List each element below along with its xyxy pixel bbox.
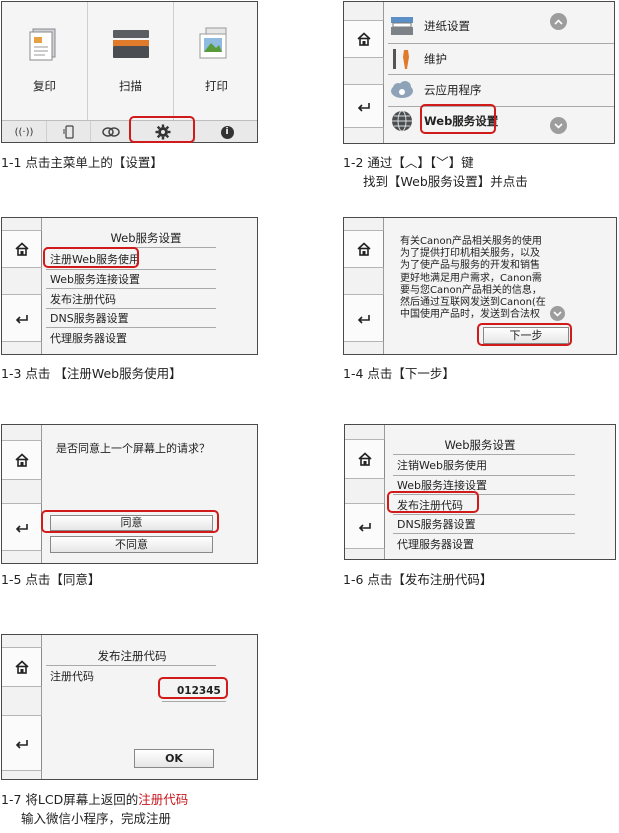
list-item-connection[interactable]: Web服务连接设置	[50, 271, 140, 287]
info-glyph: i	[220, 125, 234, 139]
menu-item-label: 云应用程序	[424, 83, 482, 97]
disagree-button[interactable]: 不同意	[50, 536, 213, 553]
list-item-proxy[interactable]: 代理服务器设置	[397, 536, 474, 552]
step6-highlight	[387, 491, 479, 513]
back-button[interactable]	[2, 715, 42, 771]
page-title: 发布注册代码	[97, 649, 167, 663]
step3-screen: Web服务设置 注册Web服务使用 Web服务连接设置 发布注册代码 DNS服务…	[1, 217, 258, 355]
step7-caption-prefix: 1-7 将LCD屏幕上返回的	[1, 792, 139, 807]
step6-screen: Web服务设置 注销Web服务使用 Web服务连接设置 发布注册代码 DNS服务…	[344, 424, 616, 560]
home-button[interactable]	[2, 230, 42, 268]
step4-caption: 1-4 点击【下一步】	[343, 366, 455, 381]
info-icon[interactable]: i	[195, 121, 257, 142]
terms-line: 为了使产品与服务的开发和销售	[400, 260, 540, 272]
scan-label: 扫描	[119, 79, 142, 93]
wireless-icon[interactable]: ((·))	[2, 121, 47, 142]
back-icon	[357, 315, 370, 324]
scan-icon	[113, 30, 149, 58]
step6-caption: 1-6 点击【发布注册代码】	[343, 572, 493, 587]
terms-line: 更好地满足用户需求，Canon需	[400, 272, 542, 284]
step2-caption-line1: 1-2 通过【︿】【﹀】键	[343, 155, 474, 170]
step4-highlight	[477, 323, 572, 346]
home-button[interactable]	[2, 647, 42, 687]
copy-icon	[29, 28, 56, 61]
list-item-dns[interactable]: DNS服务器设置	[50, 310, 129, 326]
copy-tile[interactable]: 复印	[2, 2, 88, 120]
list-item-proxy[interactable]: 代理服务器设置	[50, 330, 127, 346]
menu-item-label: 维护	[424, 52, 447, 66]
back-button[interactable]	[2, 294, 42, 342]
menu-item-paper-feed[interactable]: 进纸设置	[388, 11, 614, 41]
step7-screen: 发布注册代码 注册代码 012345 OK	[1, 634, 258, 780]
step7-highlight	[158, 677, 228, 699]
phone-icon[interactable]	[47, 121, 91, 142]
back-icon	[15, 740, 28, 749]
menu-item-label: 进纸设置	[424, 19, 470, 33]
terms-line: 要与您Canon产品相关的信息，	[400, 284, 542, 296]
maintenance-icon	[393, 49, 409, 69]
list-item-issue-code[interactable]: 发布注册代码	[50, 291, 116, 307]
print-icon	[199, 27, 227, 59]
back-button[interactable]	[345, 503, 385, 549]
step5-highlight	[41, 510, 219, 533]
menu-item-cloud[interactable]: 云应用程序	[388, 75, 614, 105]
step2-caption-line2: 找到【Web服务设置】并点击	[363, 174, 528, 189]
code-field-label: 注册代码	[50, 670, 94, 683]
home-button[interactable]	[344, 230, 384, 268]
terms-line: 有关Canon产品相关服务的使用	[400, 236, 542, 247]
step7-caption-line1: 1-7 将LCD屏幕上返回的注册代码	[1, 790, 188, 810]
back-button[interactable]	[344, 294, 384, 342]
back-icon	[15, 315, 28, 324]
home-button[interactable]	[2, 440, 42, 480]
step5-caption: 1-5 点击【同意】	[1, 572, 101, 587]
back-icon	[357, 103, 370, 112]
menu-item-maintenance[interactable]: 维护	[388, 44, 614, 74]
terms-line: 为了提供打印机相关服务，以及	[400, 248, 540, 260]
paper-feed-icon	[391, 17, 413, 35]
home-icon	[357, 452, 372, 466]
ok-button[interactable]: OK	[134, 749, 214, 768]
back-icon	[15, 524, 28, 533]
scroll-down-button[interactable]	[550, 306, 565, 321]
home-icon	[14, 660, 29, 674]
home-icon	[356, 242, 371, 256]
scan-tile[interactable]: 扫描	[88, 2, 174, 120]
home-icon	[356, 32, 371, 46]
print-tile[interactable]: 打印	[174, 2, 257, 120]
scroll-up-button[interactable]	[550, 13, 567, 30]
step1-highlight	[129, 116, 195, 143]
step7-caption-line2: 输入微信小程序，完成注册	[21, 811, 172, 826]
list-item-dns[interactable]: DNS服务器设置	[397, 516, 476, 532]
link-icon[interactable]	[91, 121, 131, 142]
page-title: Web服务设置	[110, 231, 182, 245]
back-button[interactable]	[2, 503, 42, 551]
consent-question: 是否同意上一个屏幕上的请求？	[56, 442, 210, 455]
home-button[interactable]	[344, 20, 384, 58]
step1-caption: 1-1 点击主菜单上的【设置】	[1, 155, 163, 170]
home-button[interactable]	[345, 439, 385, 479]
cloud-icon	[391, 81, 413, 98]
step7-caption-highlight: 注册代码	[138, 792, 189, 807]
print-label: 打印	[205, 79, 228, 93]
copy-label: 复印	[33, 79, 56, 93]
scroll-down-button[interactable]	[550, 117, 567, 134]
step5-screen: 是否同意上一个屏幕上的请求？ 同意 不同意	[1, 424, 258, 564]
home-icon	[14, 453, 29, 467]
list-item-unregister[interactable]: 注销Web服务使用	[397, 457, 487, 473]
step3-caption: 1-3 点击 【注册Web服务使用】	[1, 366, 182, 381]
back-icon	[358, 523, 371, 532]
step2-highlight	[420, 104, 496, 134]
home-icon	[14, 242, 29, 256]
page-title: Web服务设置	[444, 438, 516, 452]
globe-icon	[392, 110, 412, 132]
wireless-label: ((·))	[14, 126, 34, 138]
back-button[interactable]	[344, 84, 384, 128]
step3-highlight	[43, 247, 139, 268]
